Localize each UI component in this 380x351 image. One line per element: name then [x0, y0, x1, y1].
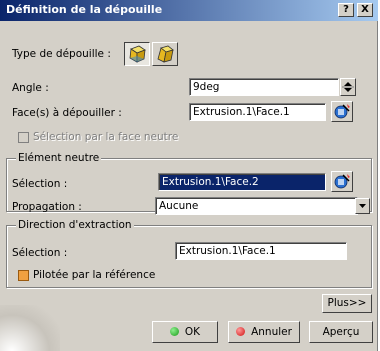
propagation-select[interactable]: Aucune — [155, 197, 358, 215]
draft-type-label: Type de dépouille : — [12, 48, 111, 60]
neutral-edit-list-button[interactable] — [331, 171, 353, 192]
help-button[interactable]: ? — [338, 3, 354, 17]
chevron-down-icon — [359, 204, 366, 208]
neutral-element-title: Elément neutre — [16, 152, 102, 164]
dialog-title: Définition de la dépouille — [6, 3, 163, 16]
variable-draft-button[interactable] — [152, 42, 178, 66]
neutral-selection-label: Sélection : — [12, 178, 68, 190]
decorative-swoosh — [0, 305, 60, 351]
preview-button[interactable]: Aperçu — [309, 321, 373, 343]
controlled-by-reference-checkbox[interactable] — [18, 270, 29, 281]
neutral-face-checkbox[interactable] — [18, 132, 29, 143]
angle-spinner[interactable] — [340, 78, 356, 96]
cancel-icon — [236, 327, 246, 336]
constant-draft-icon — [129, 45, 146, 63]
faces-input[interactable]: Extrusion.1\Face.1 — [189, 103, 326, 121]
edit-list-icon — [334, 174, 350, 189]
top-divider — [6, 30, 376, 31]
faces-edit-list-button[interactable] — [331, 101, 353, 122]
propagation-dropdown-button[interactable] — [355, 198, 370, 214]
cancel-label: Annuler — [251, 326, 292, 338]
angle-label: Angle : — [12, 82, 49, 94]
spin-arrows-icon — [342, 82, 354, 92]
variable-draft-icon — [157, 45, 174, 63]
pull-direction-title: Direction d'extraction — [16, 219, 134, 231]
ok-icon — [169, 327, 179, 336]
angle-input[interactable]: 9deg — [189, 78, 339, 96]
pull-selection-label: Sélection : — [12, 247, 68, 259]
propagation-label: Propagation : — [12, 201, 82, 213]
faces-label: Face(s) à dépouiller : — [12, 107, 122, 119]
more-button[interactable]: Plus>> — [322, 294, 372, 313]
controlled-by-reference-label: Pilotée par la référence — [33, 269, 156, 281]
cancel-button[interactable]: Annuler — [228, 321, 300, 343]
close-button[interactable]: X — [357, 3, 373, 17]
ok-button[interactable]: OK — [152, 321, 218, 343]
edit-list-icon — [334, 104, 350, 119]
neutral-face-label: Sélection par la face neutre — [33, 131, 179, 143]
draft-definition-dialog: Définition de la dépouille ? X Type de d… — [0, 0, 378, 351]
neutral-selection-input[interactable]: Extrusion.1\Face.2 — [158, 173, 326, 191]
ok-label: OK — [184, 326, 201, 338]
constant-draft-button[interactable] — [124, 42, 150, 66]
pull-selection-input[interactable]: Extrusion.1\Face.1 — [175, 242, 347, 260]
title-bar[interactable]: Définition de la dépouille ? X — [0, 0, 378, 21]
